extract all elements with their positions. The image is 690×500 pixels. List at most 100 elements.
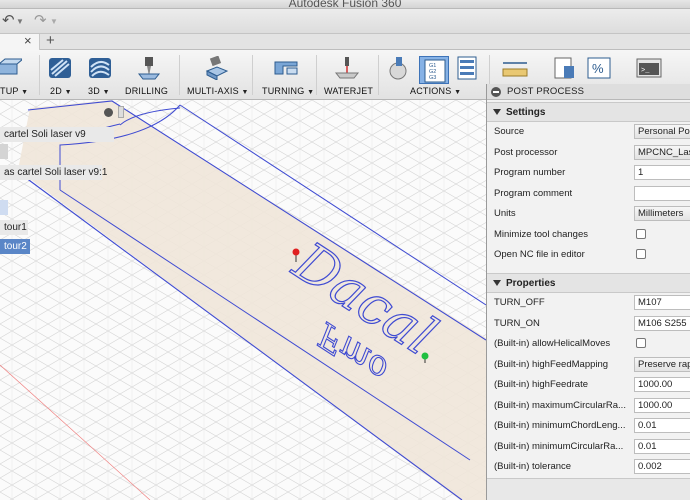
actions-menu[interactable]: G1 G2 G3 ACTIONS ▼	[384, 50, 484, 100]
property-row-minimum-circular-radius: (Built-in) minimumCircularRa... 0.01	[487, 437, 690, 458]
allow-helical-moves-checkbox[interactable]	[636, 338, 646, 348]
3d-menu[interactable]: 3D ▼	[84, 50, 118, 100]
property-row-tolerance: (Built-in) tolerance 0.002	[487, 457, 690, 478]
high-feedrate-input[interactable]: 1000.00	[634, 377, 690, 392]
row-label: (Built-in) highFeedMapping	[494, 358, 609, 370]
browser-item-document[interactable]: cartel Soli laser v9	[0, 127, 114, 142]
turning-menu[interactable]: TURNING ▼	[259, 50, 314, 100]
undo-dropdown-icon[interactable]: ▼	[16, 17, 24, 26]
g-code-icon: G1 G2 G3	[424, 59, 446, 83]
property-row-turn-off: TURN_OFF M107	[487, 293, 690, 314]
row-label: (Built-in) minimumChordLeng...	[494, 420, 626, 431]
browser-item-label: tour2	[4, 241, 27, 252]
open-nc-file-checkbox[interactable]	[636, 249, 646, 259]
panel-title: POST PROCESS	[507, 86, 585, 97]
minimize-tool-changes-checkbox[interactable]	[636, 228, 646, 239]
simulate-icon	[389, 57, 407, 80]
browser-item-component[interactable]: as cartel Soli laser v9:1	[0, 165, 107, 180]
property-row-turn-on: TURN_ON M106 S255	[487, 314, 690, 335]
properties-section-title: Properties	[506, 278, 556, 289]
browser-item-spacer	[0, 144, 8, 159]
browser-collapse-handle[interactable]	[118, 106, 124, 118]
toolbar-label-multi-axis: MULTI-AXIS	[187, 86, 239, 96]
toolbar-label-drilling: DRILLING	[125, 86, 169, 96]
post-processor-select[interactable]: MPCNC_Laser	[634, 144, 690, 160]
graphics-viewport[interactable]: Dacal Fmo cartel Soli laser v9 as cartel…	[0, 100, 486, 500]
row-label: Minimize tool changes	[494, 228, 588, 240]
drilling-button[interactable]: DRILLING	[124, 50, 174, 100]
row-label: Program number	[494, 167, 566, 178]
2d-milling-icon	[49, 58, 71, 78]
multi-axis-menu[interactable]: MULTI-AXIS ▼	[186, 50, 248, 100]
turn-off-input[interactable]: M107	[634, 295, 690, 310]
post-process-button-active[interactable]: G1 G2 G3	[419, 56, 449, 84]
scripts-icon[interactable]: >_	[636, 56, 662, 80]
measure-icon[interactable]	[502, 60, 528, 84]
program-comment-input[interactable]	[634, 185, 690, 201]
app-title: Autodesk Fusion 360	[288, 0, 402, 9]
settings-row-source: Source Personal Post	[487, 122, 690, 143]
browser-item-indicator	[0, 200, 8, 215]
settings-row-program-comment: Program comment	[487, 184, 690, 205]
title-bar: Autodesk Fusion 360	[0, 0, 690, 9]
minimum-chord-length-input[interactable]: 0.01	[634, 418, 690, 433]
settings-row-minimize-tool-changes: Minimize tool changes	[487, 225, 690, 246]
row-label: Source	[494, 126, 525, 137]
3d-milling-icon	[89, 58, 111, 78]
waterjet-icon	[334, 57, 360, 79]
setup-icon	[0, 58, 22, 75]
expand-triangle-icon	[493, 109, 501, 115]
toolbar-label-3d: 3D	[88, 86, 100, 96]
setup-menu[interactable]: TUP ▼	[0, 50, 36, 100]
properties-section-header[interactable]: Properties	[487, 273, 690, 293]
tolerance-input[interactable]: 0.002	[634, 459, 690, 474]
settings-row-open-nc-file: Open NC file in editor	[487, 245, 690, 266]
post-process-panel: POST PROCESS Settings Source Personal Po…	[486, 84, 690, 500]
property-row-minimum-chord-length: (Built-in) minimumChordLeng... 0.01	[487, 416, 690, 437]
settings-section-header[interactable]: Settings	[487, 102, 690, 122]
source-select[interactable]: Personal Post	[634, 124, 690, 139]
close-tab-icon[interactable]: ×	[24, 33, 32, 48]
row-label: Units	[494, 208, 516, 219]
browser-minimize-icon[interactable]	[104, 108, 113, 117]
browser-item-contour2[interactable]: tour2	[0, 239, 30, 254]
svg-text:G3: G3	[429, 75, 436, 81]
multi-axis-icon	[205, 56, 229, 80]
row-label: Program comment	[494, 187, 573, 199]
manage-icon[interactable]	[552, 56, 578, 80]
panel-footer	[487, 478, 690, 500]
browser-item-contour1[interactable]: tour1	[0, 220, 28, 235]
2d-menu[interactable]: 2D ▼	[44, 50, 78, 100]
browser-item-label: cartel Soli laser v9	[4, 129, 86, 140]
row-label: Post processor	[494, 146, 558, 158]
collapse-panel-icon[interactable]	[491, 87, 501, 97]
high-feed-mapping-select[interactable]: Preserve rapid	[634, 356, 690, 372]
expand-triangle-icon	[493, 280, 501, 286]
redo-icon[interactable]: ↷	[34, 13, 47, 29]
row-label: (Built-in) highFeedrate	[494, 379, 588, 390]
redo-dropdown-icon[interactable]: ▼	[50, 17, 58, 26]
units-select[interactable]: Millimeters	[634, 206, 690, 221]
document-tab[interactable]: ×	[0, 33, 40, 50]
panel-header: POST PROCESS	[487, 84, 690, 100]
toolbar-label-setup: TUP	[0, 86, 19, 96]
toolbar-label-turning: TURNING	[262, 86, 305, 96]
row-label: (Built-in) maximumCircularRa...	[494, 399, 626, 411]
percent-tool-icon[interactable]: %	[586, 56, 612, 80]
property-row-allow-helical-moves: (Built-in) allowHelicalMoves	[487, 334, 690, 355]
program-number-input[interactable]: 1	[634, 165, 690, 180]
turn-on-input[interactable]: M106 S255	[634, 315, 690, 331]
drilling-icon	[137, 57, 161, 80]
setup-sheet-icon	[457, 56, 477, 80]
new-tab-icon[interactable]: +	[46, 32, 55, 49]
settings-row-units: Units Millimeters	[487, 204, 690, 225]
property-row-high-feed-mapping: (Built-in) highFeedMapping Preserve rapi…	[487, 355, 690, 376]
svg-text:>_: >_	[641, 67, 650, 75]
undo-icon[interactable]: ↶	[2, 13, 15, 29]
row-label: TURN_ON	[494, 317, 540, 329]
minimum-circular-radius-input[interactable]: 0.01	[634, 438, 690, 454]
row-label: Open NC file in editor	[494, 249, 585, 260]
waterjet-button[interactable]: WATERJET	[320, 50, 373, 100]
maximum-circular-radius-input[interactable]: 1000.00	[634, 397, 690, 413]
property-row-high-feedrate: (Built-in) highFeedrate 1000.00	[487, 375, 690, 396]
